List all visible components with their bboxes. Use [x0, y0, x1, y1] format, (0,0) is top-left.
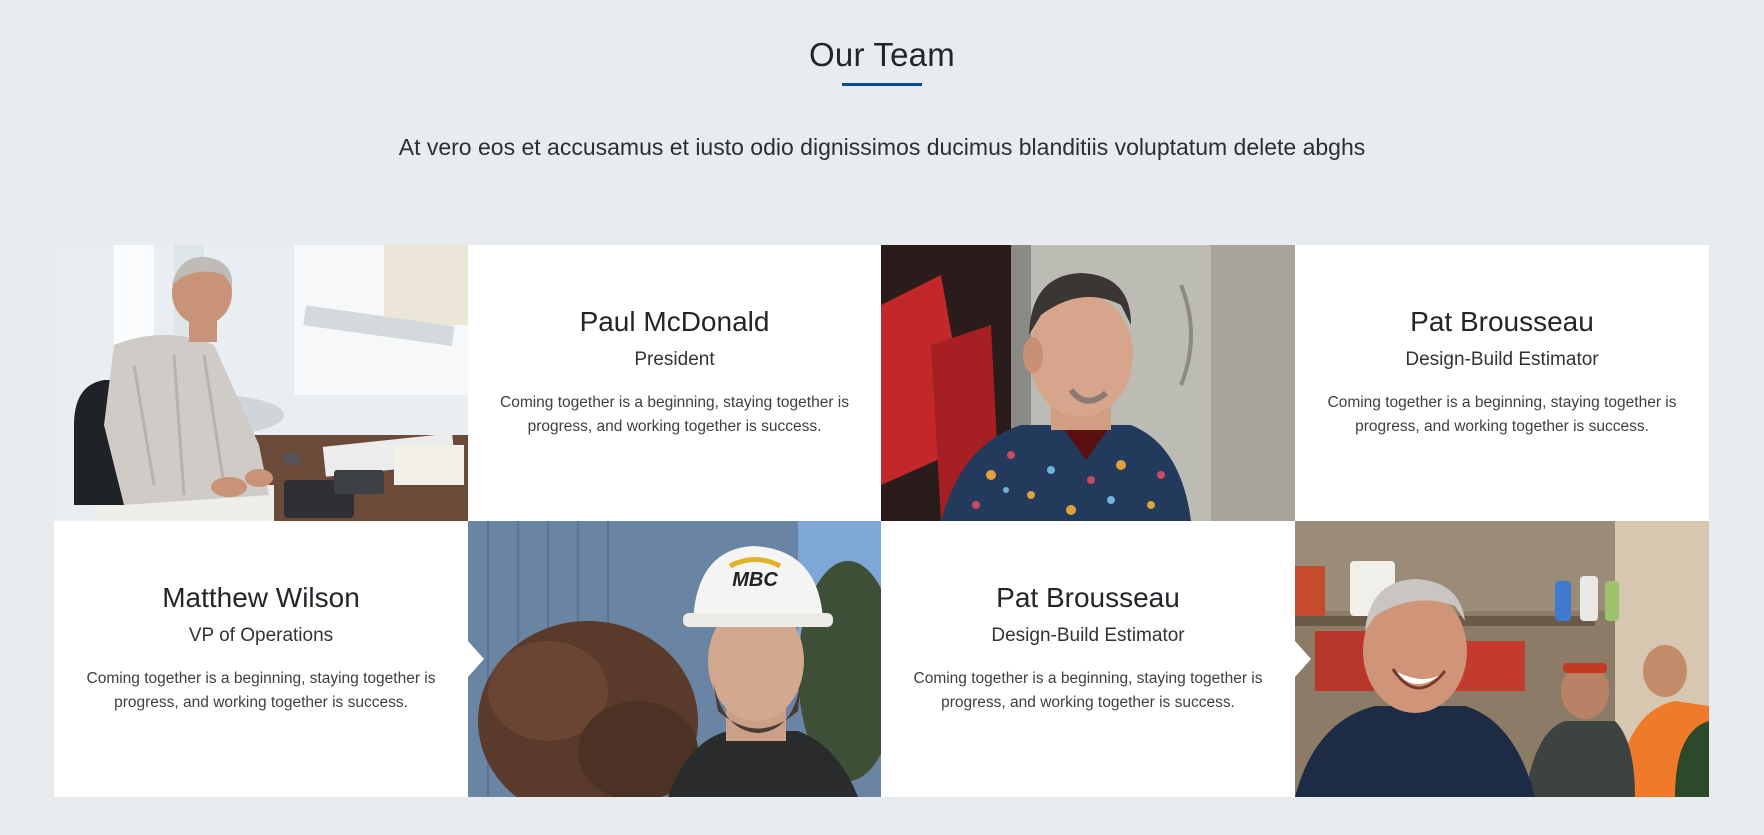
- team-grid: Paul McDonald President Coming together …: [54, 245, 1709, 797]
- team-card-pat-brousseau-2: Pat Brousseau Design-Build Estimator Com…: [881, 521, 1311, 797]
- member-quote: Coming together is a beginning, staying …: [86, 670, 436, 711]
- team-section: Our Team At vero eos et accusamus et ius…: [0, 0, 1764, 835]
- team-card-pat-brousseau-1: Pat Brousseau Design-Build Estimator Com…: [1295, 245, 1709, 521]
- member-quote: Coming together is a beginning, staying …: [1327, 394, 1677, 435]
- member-name: Matthew Wilson: [162, 582, 360, 613]
- member-role: President: [634, 349, 715, 370]
- hardhat-logo-text: MBC: [732, 569, 778, 591]
- card-pointer: [1295, 641, 1311, 677]
- floral-shirt-man-photo: [881, 245, 1295, 521]
- office-man-photo: [54, 245, 468, 521]
- member-name: Paul McDonald: [579, 306, 770, 337]
- team-card-matthew-wilson: Matthew Wilson VP of Operations Coming t…: [54, 521, 484, 797]
- title-underline: [842, 83, 922, 86]
- member-role: Design-Build Estimator: [991, 625, 1185, 646]
- team-photo-paul: [54, 245, 468, 521]
- member-name: Pat Brousseau: [996, 582, 1180, 613]
- laughing-man-photo: [1295, 521, 1709, 797]
- team-card-paul-mcdonald: Paul McDonald President Coming together …: [468, 245, 881, 521]
- team-photo-pat-1: [881, 245, 1295, 521]
- hardhat-man-photo: MBC: [468, 521, 881, 797]
- member-role: Design-Build Estimator: [1405, 349, 1599, 370]
- member-role: VP of Operations: [188, 625, 334, 646]
- member-name: Pat Brousseau: [1410, 306, 1594, 337]
- member-quote: Coming together is a beginning, staying …: [913, 670, 1263, 711]
- member-quote: Coming together is a beginning, staying …: [500, 394, 849, 435]
- team-photo-pat-2: [1295, 521, 1709, 797]
- team-photo-matthew: MBC: [468, 521, 881, 797]
- section-title: Our Team: [809, 36, 955, 73]
- card-pointer: [468, 641, 484, 677]
- section-subtitle: At vero eos et accusamus et iusto odio d…: [398, 134, 1366, 160]
